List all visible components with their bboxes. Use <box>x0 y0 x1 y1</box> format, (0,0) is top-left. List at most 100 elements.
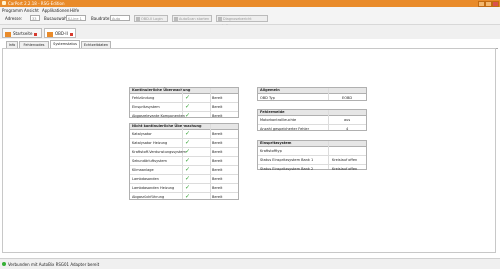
monitor-row: Fehlzündung ✓ Bereit <box>130 94 238 103</box>
report-icon <box>218 17 222 21</box>
checkmark-icon: ✓ <box>185 193 191 200</box>
monitor-name: Abgasrückführung <box>132 195 165 199</box>
title-bar: CarPort 2.2.18 - RSG-Edition <box>0 0 500 7</box>
monitor-row: Einspritzsystem ✓ Bereit <box>130 103 238 112</box>
info-label: Anzahl gespeicherter Fehler <box>260 127 310 131</box>
status-text: Verbunden mit AutoBix RSG01 Adapter bere… <box>8 262 100 267</box>
tab-startseite[interactable]: Startseite <box>2 28 42 38</box>
info-row: OBD Typ EOBD <box>258 94 366 102</box>
autoscan-button[interactable]: AutoScan starten <box>172 15 212 22</box>
connection-status-icon <box>2 262 6 266</box>
monitor-status: Bereit <box>212 168 223 172</box>
monitor-name: Klimaanlage <box>132 168 154 172</box>
info-label: OBD Typ <box>260 96 275 100</box>
monitor-row: Klimaanlage ✓ Bereit <box>130 166 238 175</box>
monitor-name: Lambdasonden <box>132 177 159 181</box>
busauswahl-select[interactable]: K-Line 1 <box>66 15 86 21</box>
monitor-status: Bereit <box>212 141 223 145</box>
adresse-input[interactable]: 33 <box>30 15 40 21</box>
monitor-name: Kraftstoff-Verdunstungssystem <box>132 150 186 154</box>
monitor-status: Bereit <box>212 96 223 100</box>
checkmark-icon: ✓ <box>185 157 191 164</box>
checkmark-icon: ✓ <box>185 130 191 137</box>
app-icon <box>2 1 6 5</box>
checkmark-icon: ✓ <box>185 139 191 146</box>
monitor-name: Katalysator <box>132 132 152 136</box>
monitor-status: Bereit <box>212 159 223 163</box>
tab-fehlercodes[interactable]: Fehlercodes <box>19 41 49 48</box>
monitor-row: Katalysator Heizung ✓ Bereit <box>130 139 238 148</box>
document-tabs: Startseite OBD-II <box>0 25 500 39</box>
tab-info[interactable]: Info <box>6 41 18 48</box>
scan-icon <box>174 17 178 21</box>
panel-noncontinuous-monitoring: Nicht kontinuierliche Überwachung Kataly… <box>129 123 239 200</box>
adresse-label: Adresse: <box>5 16 23 21</box>
login-icon <box>136 17 140 21</box>
checkmark-icon: ✓ <box>185 103 191 110</box>
baudrate-select[interactable]: Auto <box>110 15 130 21</box>
monitor-status: Bereit <box>212 186 223 190</box>
checkmark-icon: ✓ <box>185 94 191 101</box>
monitor-name: Katalysator Heizung <box>132 141 168 145</box>
panel-einspritzsystem: Einspritzsystem Kraftstofftyp Status Ein… <box>257 140 367 173</box>
info-label: Status Einspritzsystem Bank 1 <box>260 158 314 162</box>
info-row: Kraftstofftyp <box>258 147 366 156</box>
monitor-status: Bereit <box>212 114 223 118</box>
monitor-status: Bereit <box>212 132 223 136</box>
obd-login-label: OBD-II Login <box>141 17 163 21</box>
tab-obd[interactable]: OBD-II <box>44 28 76 38</box>
panel-allgemein: Allgemein OBD Typ EOBD <box>257 87 367 101</box>
info-label: Kraftstofftyp <box>260 149 282 153</box>
monitor-row: Sekundärluftsystem ✓ Bereit <box>130 157 238 166</box>
info-value: 4 <box>346 127 349 131</box>
tab-obd-label: OBD-II <box>55 31 68 36</box>
diagnose-report-button[interactable]: Diagnosebericht erstellen <box>216 15 268 28</box>
panel-continuous-monitoring: Kontinuierliche Überwachung Fehlzündung ✓… <box>129 87 239 120</box>
info-value: EOBD <box>342 96 353 100</box>
info-row: Motorkontrollleuchte aus <box>258 116 366 125</box>
close-icon[interactable] <box>69 32 73 36</box>
info-label: Motorkontrollleuchte <box>260 118 297 122</box>
window-title: CarPort 2.2.18 - RSG-Edition <box>8 1 65 6</box>
info-row: Status Einspritzsystem Bank 1 Kreislauf o… <box>258 156 366 165</box>
info-value: Kreislauf offen <box>332 158 358 162</box>
checkmark-icon: ✓ <box>185 166 191 173</box>
checkmark-icon: ✓ <box>185 148 191 155</box>
checkmark-icon: ✓ <box>185 184 191 191</box>
info-value: aus <box>344 118 351 122</box>
home-icon <box>5 31 11 37</box>
info-row: Anzahl gespeicherter Fehler 4 <box>258 125 366 133</box>
systemstatus-content: Kontinuierliche Überwachung Fehlzündung ✓… <box>2 48 496 253</box>
status-bar: Verbunden mit AutoBix RSG01 Adapter bere… <box>0 258 500 269</box>
monitor-status: Bereit <box>212 105 223 109</box>
checkmark-icon: ✓ <box>185 175 191 182</box>
tab-echtzeitdaten[interactable]: Echtzeitdaten <box>81 41 111 48</box>
monitor-row: Abgasrückführung ✓ Bereit <box>130 193 238 201</box>
monitor-name: Lambdasonden Heizung <box>132 186 175 190</box>
info-value: Kreislauf offen <box>332 167 358 171</box>
monitor-name: Fehlzündung <box>132 96 155 100</box>
panel-fehlermelde: Fehlermelde Motorkontrollleuchte aus Anza… <box>257 109 367 131</box>
tab-startseite-label: Startseite <box>13 31 33 36</box>
obd-icon <box>47 31 53 37</box>
monitor-status: Bereit <box>212 150 223 154</box>
obd-login-button[interactable]: OBD-II Login <box>134 15 168 22</box>
monitor-row: Katalysator ✓ Bereit <box>130 130 238 139</box>
info-row: Status Einspritzsystem Bank 2 Kreislauf o… <box>258 165 366 173</box>
monitor-row: Kraftstoff-Verdunstungssystem ✓ Bereit <box>130 148 238 157</box>
monitor-row: Lambdasonden ✓ Bereit <box>130 175 238 184</box>
monitor-name: Einspritzsystem <box>132 105 160 109</box>
monitor-name: Sekundärluftsystem <box>132 159 167 163</box>
toolbar: Adresse: 33 Busauswahl: K-Line 1 Baudrat… <box>0 13 500 28</box>
monitor-row: Abgasrelevante Komponenten ✓ Bereit <box>130 112 238 120</box>
tab-systemstatus[interactable]: Systemstatus <box>50 40 80 48</box>
monitor-status: Bereit <box>212 195 223 199</box>
monitor-status: Bereit <box>212 177 223 181</box>
baudrate-label: Baudrate: <box>91 16 111 21</box>
monitor-name: Abgasrelevante Komponenten <box>132 114 185 118</box>
checkmark-icon: ✓ <box>185 112 191 119</box>
close-icon[interactable] <box>34 32 38 36</box>
monitor-row: Lambdasonden Heizung ✓ Bereit <box>130 184 238 193</box>
info-label: Status Einspritzsystem Bank 2 <box>260 167 314 171</box>
autoscan-label: AutoScan starten <box>179 17 210 21</box>
